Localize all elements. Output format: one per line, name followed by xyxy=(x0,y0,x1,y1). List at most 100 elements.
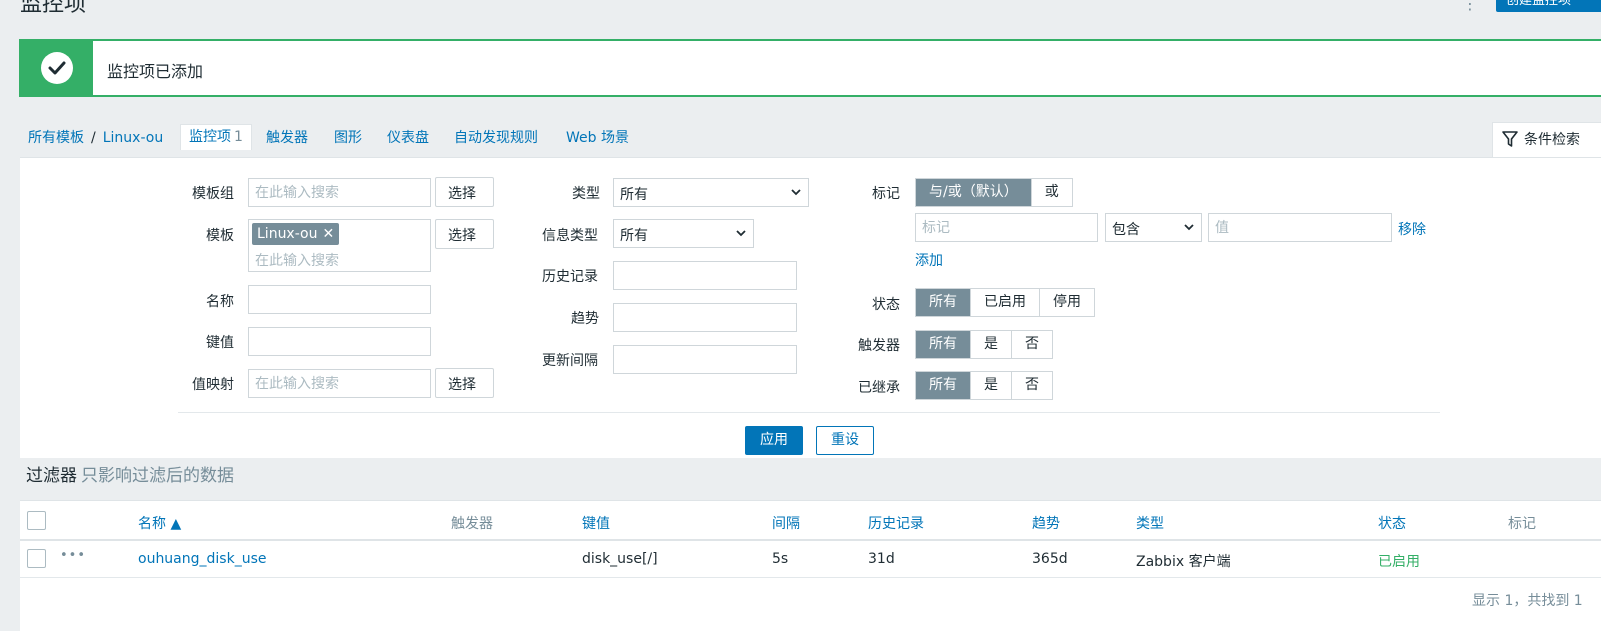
value-map-input[interactable] xyxy=(248,369,431,398)
info-type-select-value: 所有 xyxy=(620,228,648,244)
tab-items-count: 1 xyxy=(234,129,243,145)
key-label: 键值 xyxy=(206,335,234,351)
reset-button[interactable]: 重设 xyxy=(816,426,874,455)
chevron-down-icon xyxy=(1184,224,1194,231)
check-circle-icon xyxy=(41,52,73,84)
triggers-toggle: 所有 是 否 xyxy=(915,330,1053,359)
filter-tab-label: 条件检索 xyxy=(1524,132,1580,148)
type-select[interactable]: 所有 xyxy=(613,178,809,207)
kebab-menu-icon[interactable]: ⋮ xyxy=(1462,0,1478,13)
item-status-link[interactable]: 已启用 xyxy=(1378,551,1420,571)
tag-operator-value: 包含 xyxy=(1112,222,1140,238)
breadcrumb-separator: / xyxy=(91,130,96,146)
row-divider xyxy=(20,577,1601,578)
subfilter-title: 过滤器 xyxy=(26,466,77,486)
inherited-label: 已继承 xyxy=(858,380,900,396)
info-type-label: 信息类型 xyxy=(542,228,598,244)
trends-label: 趋势 xyxy=(571,311,599,327)
tab-triggers[interactable]: 触发器 xyxy=(266,127,308,147)
row-checkbox[interactable] xyxy=(27,549,46,568)
info-type-select[interactable]: 所有 xyxy=(613,219,754,248)
inherited-toggle: 所有 是 否 xyxy=(915,371,1053,400)
column-header-history[interactable]: 历史记录 xyxy=(868,513,924,533)
header-divider xyxy=(20,539,1601,541)
key-input[interactable] xyxy=(248,327,431,356)
tab-items-label: 监控项 xyxy=(189,129,231,145)
state-toggle: 所有 已启用 停用 xyxy=(915,288,1095,317)
subfilter-hint: 只影响过滤后的数据 xyxy=(81,466,234,486)
state-option-enabled[interactable]: 已启用 xyxy=(971,289,1040,316)
column-header-key[interactable]: 键值 xyxy=(582,513,610,533)
more-options-icon[interactable]: ••• xyxy=(60,548,86,563)
value-map-select-button[interactable]: 选择 xyxy=(435,368,494,398)
tag-value-input[interactable] xyxy=(1208,213,1392,242)
history-label: 历史记录 xyxy=(542,269,598,285)
item-name-link[interactable]: ouhuang_disk_use xyxy=(138,551,266,567)
tag-remove-link[interactable]: 移除 xyxy=(1398,219,1426,239)
tab-web-scenarios[interactable]: Web 场景 xyxy=(566,127,629,147)
tags-or-option[interactable]: 或 xyxy=(1032,179,1072,206)
tag-add-link[interactable]: 添加 xyxy=(915,250,943,270)
history-input[interactable] xyxy=(613,261,797,290)
breadcrumb-all-templates[interactable]: 所有模板 xyxy=(28,130,84,146)
value-map-label: 值映射 xyxy=(192,377,234,393)
success-message: 监控项已添加 xyxy=(19,39,1601,97)
template-search-placeholder[interactable]: 在此输入搜索 xyxy=(255,250,339,270)
tab-discovery-rules[interactable]: 自动发现规则 xyxy=(454,127,538,147)
filter-divider xyxy=(178,412,1440,413)
create-item-button[interactable]: 创建监控项 xyxy=(1496,0,1601,12)
triggers-label: 触发器 xyxy=(858,338,900,354)
template-group-input[interactable] xyxy=(248,178,431,207)
tag-name-input[interactable] xyxy=(915,213,1098,242)
tags-andor-option[interactable]: 与/或（默认） xyxy=(916,179,1032,206)
column-header-interval[interactable]: 间隔 xyxy=(772,513,800,533)
select-all-checkbox[interactable] xyxy=(27,511,46,530)
triggers-option-no[interactable]: 否 xyxy=(1012,331,1052,358)
state-option-disabled[interactable]: 停用 xyxy=(1040,289,1094,316)
template-group-select-button[interactable]: 选择 xyxy=(435,177,494,207)
item-history: 31d xyxy=(868,551,895,567)
breadcrumb: 所有模板 / Linux-ou xyxy=(28,127,163,147)
tag-operator-select[interactable]: 包含 xyxy=(1105,213,1202,242)
column-header-status[interactable]: 状态 xyxy=(1378,513,1406,533)
tags-label: 标记 xyxy=(872,186,900,202)
column-header-triggers: 触发器 xyxy=(451,516,493,532)
template-chip: Linux-ou ✕ xyxy=(252,223,340,245)
type-select-value: 所有 xyxy=(620,187,648,203)
filter-icon xyxy=(1502,131,1518,147)
items-table: 名称 ▲ 触发器 键值 间隔 历史记录 趋势 类型 状态 标记 ••• ouhu… xyxy=(20,500,1601,631)
template-chip-label: Linux-ou xyxy=(257,226,318,242)
apply-button[interactable]: 应用 xyxy=(745,426,803,455)
inherited-option-all[interactable]: 所有 xyxy=(916,372,971,399)
filter-toggle-tab[interactable]: 条件检索 xyxy=(1492,122,1601,158)
triggers-option-yes[interactable]: 是 xyxy=(971,331,1012,358)
inherited-option-no[interactable]: 否 xyxy=(1012,372,1052,399)
item-key: disk_use[/] xyxy=(582,551,658,567)
inherited-option-yes[interactable]: 是 xyxy=(971,372,1012,399)
column-header-trends[interactable]: 趋势 xyxy=(1032,513,1060,533)
state-label: 状态 xyxy=(872,297,900,313)
interval-input[interactable] xyxy=(613,345,797,374)
type-label: 类型 xyxy=(572,186,600,202)
filter-panel: 模板组 选择 模板 Linux-ou✕ 在此输入搜索 选择 名称 键值 值映射 … xyxy=(20,157,1601,458)
tab-dashboards[interactable]: 仪表盘 xyxy=(387,127,429,147)
triggers-option-all[interactable]: 所有 xyxy=(916,331,971,358)
item-type: Zabbix 客户端 xyxy=(1136,554,1231,570)
column-header-tags: 标记 xyxy=(1508,516,1536,532)
remove-chip-icon[interactable]: ✕ xyxy=(322,226,334,242)
template-select-button[interactable]: 选择 xyxy=(435,219,494,249)
trends-input[interactable] xyxy=(613,303,797,332)
tab-items[interactable]: 监控项 1 xyxy=(180,124,252,150)
tags-andor-toggle: 与/或（默认） 或 xyxy=(915,178,1073,207)
column-header-name[interactable]: 名称 ▲ xyxy=(138,513,181,533)
column-header-type[interactable]: 类型 xyxy=(1136,513,1164,533)
page-title: 监控项 xyxy=(20,0,87,17)
breadcrumb-template[interactable]: Linux-ou xyxy=(103,130,163,146)
name-input[interactable] xyxy=(248,285,431,314)
success-message-text: 监控项已添加 xyxy=(107,62,204,81)
tab-graphs[interactable]: 图形 xyxy=(334,127,362,147)
template-multiselect[interactable]: Linux-ou ✕ 在此输入搜索 xyxy=(248,219,431,272)
success-icon-box xyxy=(21,41,93,95)
state-option-all[interactable]: 所有 xyxy=(916,289,971,316)
item-interval: 5s xyxy=(772,551,789,567)
